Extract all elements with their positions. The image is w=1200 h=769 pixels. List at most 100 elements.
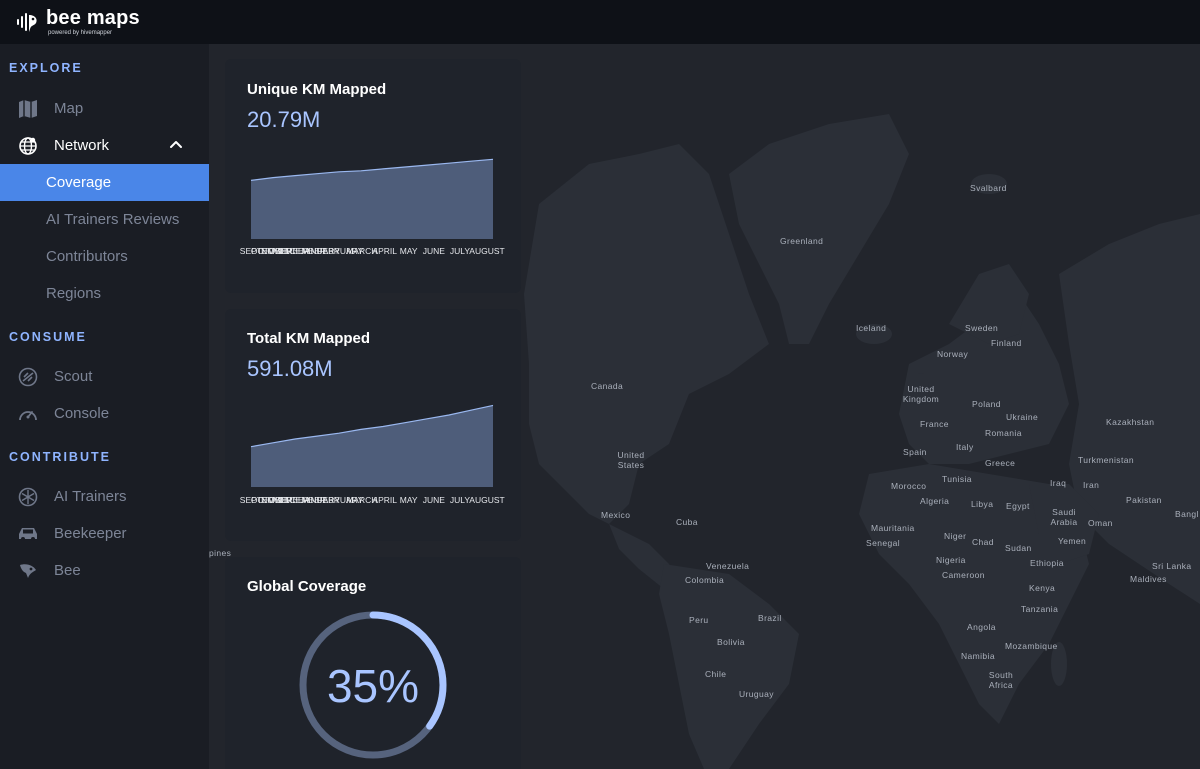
globe-icon <box>17 135 39 157</box>
total-km-card: Total KM Mapped 591.08M SEPTEMBER OCTOBER… <box>225 309 521 541</box>
map-label-chad: Chad <box>972 537 994 547</box>
section-consume: CONSUME <box>9 330 87 344</box>
brand-logo[interactable]: bee maps powered by hivemapper <box>16 8 140 36</box>
x-tick-label: MAY <box>399 246 418 256</box>
car-icon <box>17 523 39 545</box>
map-label-sri-lanka: Sri Lanka <box>1152 561 1192 571</box>
sidebar-item-beekeeper[interactable]: Beekeeper <box>0 515 209 552</box>
sidebar-item-map[interactable]: Map <box>0 90 209 127</box>
map-label-canada: Canada <box>591 381 624 391</box>
map-label-ukraine: Ukraine <box>1006 412 1039 422</box>
card-title: Total KM Mapped <box>247 330 371 347</box>
map-label-ethiopia: Ethiopia <box>1030 558 1064 568</box>
coverage-ring-gauge: 35% <box>299 611 447 759</box>
top-bar: bee maps powered by hivemapper <box>0 0 1200 44</box>
map-label-romania: Romania <box>985 428 1022 438</box>
map-label-senegal: Senegal <box>866 538 900 548</box>
map-label-iceland: Iceland <box>856 323 887 333</box>
bee-device-icon <box>17 560 39 582</box>
map-label-algeria: Algeria <box>920 496 950 506</box>
unique-km-card: Unique KM Mapped 20.79M SEPTEMBER OCTOBER… <box>225 59 521 293</box>
map-icon <box>17 98 39 120</box>
sidebar-item-ai-trainers[interactable]: AI Trainers <box>0 478 209 515</box>
card-value: 20.79M <box>247 107 321 132</box>
sidebar-item-scout[interactable]: Scout <box>0 358 209 395</box>
map-label-bangladesh-partial: Bangl <box>1175 509 1199 519</box>
map-label-maldives: Maldives <box>1130 574 1167 584</box>
map-label-poland: Poland <box>972 399 1001 409</box>
map-label-angola: Angola <box>967 622 996 632</box>
map-label-mauritania: Mauritania <box>871 523 915 533</box>
sidebar-item-label: Scout <box>54 368 93 385</box>
sidebar-item-contributors[interactable]: Contributors <box>0 238 209 275</box>
card-title: Unique KM Mapped <box>247 81 387 98</box>
map-label-uruguay: Uruguay <box>739 689 774 699</box>
map-label-sudan: Sudan <box>1005 543 1032 553</box>
map-label-iraq: Iraq <box>1050 478 1067 488</box>
x-tick-label: AUGUST <box>469 246 505 256</box>
x-axis-labels: SEPTEMBER OCTOBER NOVEMBER DECEMBER JANUARY F… <box>225 495 521 507</box>
map-label-pakistan: Pakistan <box>1126 495 1162 505</box>
sidebar-item-console[interactable]: Console <box>0 395 209 432</box>
sidebar-item-label: Beekeeper <box>54 525 127 542</box>
map-label-tanzania: Tanzania <box>1021 604 1059 614</box>
ai-trainers-icon <box>17 486 39 508</box>
map-label-bolivia: Bolivia <box>717 637 745 647</box>
map-label-italy: Italy <box>956 442 974 452</box>
map-label-mozambique: Mozambique <box>1005 641 1058 651</box>
map-label-south-africa: South Africa <box>988 670 1014 690</box>
map-label-france: France <box>920 419 949 429</box>
sidebar-item-regions[interactable]: Regions <box>0 275 209 312</box>
coverage-percent-text: 35% <box>327 660 419 712</box>
x-tick-label: JULY <box>449 246 471 256</box>
map-label-mexico: Mexico <box>601 510 631 520</box>
map-label-greece: Greece <box>985 458 1016 468</box>
x-tick-label: MAY <box>399 495 418 505</box>
sidebar-item-coverage[interactable]: Coverage <box>0 164 209 201</box>
map-label-libya: Libya <box>971 499 994 509</box>
brand-tagline: powered by hivemapper <box>48 30 113 36</box>
chevron-up-icon[interactable] <box>169 137 183 151</box>
map-label-brazil: Brazil <box>758 613 782 623</box>
sidebar-item-label: Map <box>54 100 84 117</box>
map-label-cuba: Cuba <box>676 517 698 527</box>
map-label-saudi-arabia: Saudi Arabia <box>1050 507 1078 527</box>
x-tick-label: APRIL <box>372 246 397 256</box>
map-label-egypt: Egypt <box>1006 501 1030 511</box>
x-axis-labels: SEPTEMBER OCTOBER NOVEMBER DECEMBER JANUARY F… <box>225 246 521 258</box>
map-label-svalbard: Svalbard <box>970 183 1007 193</box>
sidebar-item-label: AI Trainers <box>54 488 127 505</box>
map-label-venezuela: Venezuela <box>706 561 750 571</box>
sidebar-item-label: Bee <box>54 562 81 579</box>
global-coverage-card: Global Coverage 35% <box>225 557 521 769</box>
map-label-spain: Spain <box>903 447 927 457</box>
x-tick-label: APRIL <box>372 495 397 505</box>
sidebar-item-label: Console <box>54 405 110 422</box>
map-label-kenya: Kenya <box>1029 583 1056 593</box>
x-tick-label: JULY <box>449 495 471 505</box>
map-label-iran: Iran <box>1083 480 1100 490</box>
unique-km-area-chart <box>250 158 494 239</box>
x-tick-label: AUGUST <box>469 495 505 505</box>
map-label-peru: Peru <box>689 615 709 625</box>
card-value: 591.08M <box>247 356 333 381</box>
sidebar-item-network[interactable]: Network <box>0 127 209 164</box>
map-label-finland: Finland <box>991 338 1022 348</box>
brand-name: bee maps <box>46 7 140 29</box>
map-label-colombia: Colombia <box>685 575 725 585</box>
map-label-nigeria: Nigeria <box>936 555 966 565</box>
map-label-united-kingdom: United Kingdom <box>902 384 940 404</box>
map-label-greenland: Greenland <box>780 236 824 246</box>
map-label-oman: Oman <box>1088 518 1113 528</box>
sidebar-item-ai-trainers-reviews[interactable]: AI Trainers Reviews <box>0 201 209 238</box>
sidebar-item-bee[interactable]: Bee <box>0 552 209 589</box>
sidebar-item-label: Network <box>54 137 110 154</box>
x-tick-label: JUNE <box>422 495 445 505</box>
map-label-united-states: United States <box>617 450 645 470</box>
map-label-sweden: Sweden <box>965 323 999 333</box>
x-tick-label: JUNE <box>422 246 445 256</box>
map-label-norway: Norway <box>937 349 969 359</box>
map-label-namibia: Namibia <box>961 651 995 661</box>
card-title: Global Coverage <box>247 578 367 595</box>
sidebar: EXPLORE Map Network Coverage AI Trainers… <box>0 44 209 769</box>
